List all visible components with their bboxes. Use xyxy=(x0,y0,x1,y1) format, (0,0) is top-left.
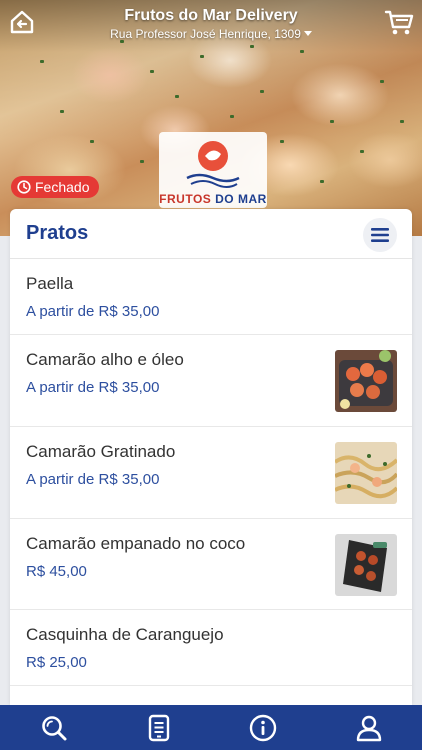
item-photo xyxy=(335,442,397,504)
receipt-icon[interactable] xyxy=(144,713,174,743)
status-badge: Fechado xyxy=(11,176,100,198)
user-icon[interactable] xyxy=(354,713,384,743)
section-header: Pratos xyxy=(10,209,412,259)
menu-item[interactable]: Camarão Gratinado A partir de R$ 35,00 xyxy=(10,427,412,519)
item-name: Camarão alho e óleo xyxy=(26,350,184,369)
top-bar: Frutos do Mar Delivery Rua Professor Jos… xyxy=(0,0,422,52)
section-title: Pratos xyxy=(26,222,89,244)
item-price: A partir de R$ 35,00 xyxy=(26,303,160,320)
clock-icon xyxy=(17,180,31,194)
item-photo xyxy=(335,350,397,412)
menu-card: Pratos Paella A partir de R$ 35,00 Camar… xyxy=(10,209,412,705)
item-price: R$ 45,00 xyxy=(26,563,87,580)
item-price: A partir de R$ 35,00 xyxy=(26,471,160,488)
logo-text: FRUTOS DO MAR xyxy=(159,192,267,206)
address-text: Rua Professor José Henrique, 1309 xyxy=(110,27,301,41)
caret-down-icon xyxy=(303,31,312,36)
search-icon[interactable] xyxy=(39,713,69,743)
item-name: Camarão empanado no coco xyxy=(26,534,246,553)
item-name: Paella xyxy=(26,274,74,293)
item-name: Casquinha de Caranguejo xyxy=(26,625,224,644)
item-photo xyxy=(335,534,397,596)
address-selector[interactable]: Rua Professor José Henrique, 1309 xyxy=(0,27,422,41)
logo-emblem xyxy=(186,141,240,188)
menu-item-partial[interactable] xyxy=(10,686,412,705)
bottom-nav xyxy=(0,705,422,750)
menu-item[interactable]: Casquinha de Caranguejo R$ 25,00 xyxy=(10,610,412,686)
item-price: A partir de R$ 35,00 xyxy=(26,379,160,396)
status-text: Fechado xyxy=(35,179,90,195)
menu-item[interactable]: Camarão empanado no coco R$ 45,00 xyxy=(10,519,412,610)
menu-item[interactable]: Camarão alho e óleo A partir de R$ 35,00 xyxy=(10,335,412,427)
store-logo: FRUTOS DO MAR xyxy=(159,132,267,208)
item-name: Camarão Gratinado xyxy=(26,442,176,461)
hamburger-icon[interactable] xyxy=(363,218,397,252)
store-title: Frutos do Mar Delivery xyxy=(124,7,298,24)
info-icon[interactable] xyxy=(248,713,278,743)
cart-icon[interactable] xyxy=(384,9,414,37)
item-price: R$ 25,00 xyxy=(26,654,87,671)
menu-item[interactable]: Paella A partir de R$ 35,00 xyxy=(10,259,412,335)
